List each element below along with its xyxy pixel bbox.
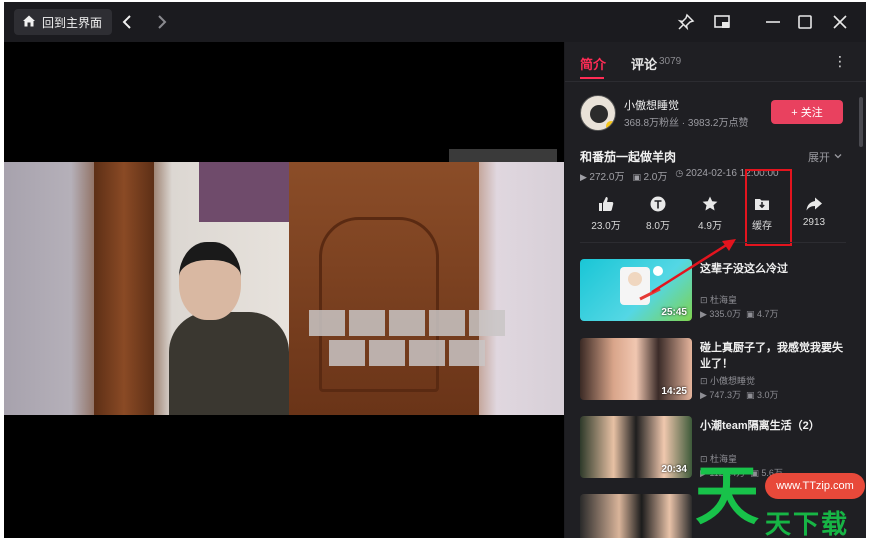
mosaic-block <box>329 340 365 366</box>
comment-count-icon: ▣ <box>745 309 757 319</box>
play-count-icon: ▶ <box>700 390 710 400</box>
coin-button[interactable]: 8.0万 <box>632 192 684 238</box>
window-scene <box>199 162 289 222</box>
more-options-icon[interactable]: ⋮ <box>833 53 847 70</box>
rec-plays: 335.0万 <box>709 309 741 319</box>
list-item[interactable]: 14:25 碰上真厨子了，我感觉我要失业了！ ⊡ 小傲想睡觉 ▶ 747.3万 … <box>580 338 860 400</box>
app-window: 回到主界面 简介 评论 3079 ⋮ 小傲想睡觉 368.8万粉丝 · 3983… <box>4 2 866 538</box>
plays-meta: ▶ 272.0万 <box>580 168 624 183</box>
play-count-icon: ▶ <box>700 309 710 319</box>
avatar-face <box>590 105 608 123</box>
person-head <box>179 242 241 320</box>
title-bar: 回到主界面 <box>4 2 866 42</box>
video-duration: 25:45 <box>661 307 687 318</box>
video-thumbnail: 20:34 <box>580 416 692 478</box>
home-button[interactable]: 回到主界面 <box>14 9 113 35</box>
video-player[interactable] <box>4 42 564 538</box>
rec-author-name: 杜海皇 <box>710 295 738 305</box>
share-icon <box>788 195 840 217</box>
maximize-icon[interactable] <box>794 11 816 33</box>
author-name[interactable]: 小傲想睡觉 <box>624 97 679 113</box>
rec-comments: 3.0万 <box>756 390 779 400</box>
like-count: 23.0万 <box>591 221 621 232</box>
share-button[interactable]: 2913 <box>788 192 840 238</box>
mosaic-overlay <box>449 149 557 163</box>
rec-author: ⊡ 小傲想睡觉 <box>700 374 755 387</box>
back-icon[interactable] <box>117 11 139 33</box>
pip-icon[interactable] <box>711 11 733 33</box>
rec-title[interactable]: 这辈子没这么冷过 <box>700 261 850 277</box>
comments-meta: ▣ 2.0万 <box>632 168 667 183</box>
verified-badge-icon <box>606 121 615 130</box>
expand-button[interactable]: 展开 <box>808 149 843 165</box>
video-thumbnail: 25:45 <box>580 259 692 321</box>
close-icon[interactable] <box>829 11 851 33</box>
scrollbar[interactable] <box>859 97 863 147</box>
tab-intro[interactable]: 简介 <box>580 54 606 73</box>
video-duration: 20:34 <box>661 464 687 475</box>
mosaic-block <box>369 340 405 366</box>
rec-stats: ▶ 747.3万 ▣ 3.0万 <box>700 388 779 401</box>
follow-button[interactable]: + 关注 <box>771 100 843 124</box>
play-count: 272.0万 <box>589 172 625 183</box>
highlight-annotation <box>745 169 792 246</box>
video-thumbnail: 14:25 <box>580 338 692 400</box>
action-bar: 23.0万 8.0万 4.9万 缓存 2913 <box>580 192 850 238</box>
watermark-text: 天下载 <box>765 510 850 540</box>
up-icon: ⊡ <box>700 295 711 305</box>
home-icon <box>22 14 36 31</box>
minimize-icon[interactable] <box>762 11 784 33</box>
divider <box>580 242 846 243</box>
watermark-logo: 天 <box>695 459 759 534</box>
rec-stats: ▶ 335.0万 ▣ 4.7万 <box>700 307 779 320</box>
expand-label: 展开 <box>808 152 830 164</box>
mosaic-block <box>349 310 385 336</box>
comment-count-icon: ▣ <box>745 390 757 400</box>
video-title: 和番茄一起做羊肉 <box>580 150 677 164</box>
rec-comments: 4.7万 <box>756 309 779 319</box>
rec-author: ⊡ 杜海皇 <box>700 293 737 306</box>
danmaku-count: 2.0万 <box>643 172 668 183</box>
author-stats: 368.8万粉丝 · 3983.2万点赞 <box>624 118 749 129</box>
up-icon: ⊡ <box>700 376 711 386</box>
favorite-count: 4.9万 <box>698 221 722 232</box>
avatar[interactable] <box>580 95 616 131</box>
mosaic-block <box>389 310 425 336</box>
thumbs-up-icon <box>580 195 632 217</box>
mosaic-block <box>449 340 485 366</box>
rec-title[interactable]: 碰上真厨子了，我感觉我要失业了！ <box>700 340 850 372</box>
chevron-down-icon <box>833 151 843 164</box>
watermark-url: www.TTzip.com <box>765 473 865 499</box>
like-button[interactable]: 23.0万 <box>580 192 632 238</box>
mosaic-block <box>409 340 445 366</box>
tab-comments[interactable]: 评论 <box>631 54 657 73</box>
rec-author-name: 小傲想睡觉 <box>710 376 756 386</box>
play-count-icon: ▶ <box>580 172 590 182</box>
person-body <box>169 312 289 415</box>
comment-count: 3079 <box>659 56 682 67</box>
favorite-button[interactable]: 4.9万 <box>684 192 736 238</box>
rec-plays: 747.3万 <box>709 390 741 400</box>
video-duration: 14:25 <box>661 386 687 397</box>
forward-icon[interactable] <box>150 11 172 33</box>
mosaic-block <box>469 310 505 336</box>
star-icon <box>684 195 736 217</box>
panel-tabs: 简介 评论 3079 ⋮ <box>565 42 866 82</box>
share-count: 2913 <box>802 217 826 228</box>
mosaic-block <box>309 310 345 336</box>
mosaic-block <box>429 310 465 336</box>
coin-count: 8.0万 <box>646 221 670 232</box>
door-frame-left <box>94 162 154 415</box>
video-frame <box>4 162 564 415</box>
pin-icon[interactable] <box>675 11 697 33</box>
video-thumbnail <box>580 494 692 538</box>
coin-icon <box>632 195 684 217</box>
home-label: 回到主界面 <box>42 15 103 30</box>
comment-count-icon: ▣ <box>632 172 644 182</box>
tab-active-indicator <box>580 77 604 79</box>
clock-icon: ◷ <box>675 168 686 178</box>
rec-title[interactable]: 小潮team隔离生活（2） <box>700 418 850 434</box>
list-item[interactable]: 25:45 这辈子没这么冷过 ⊡ 杜海皇 ▶ 335.0万 ▣ 4.7万 <box>580 259 860 321</box>
